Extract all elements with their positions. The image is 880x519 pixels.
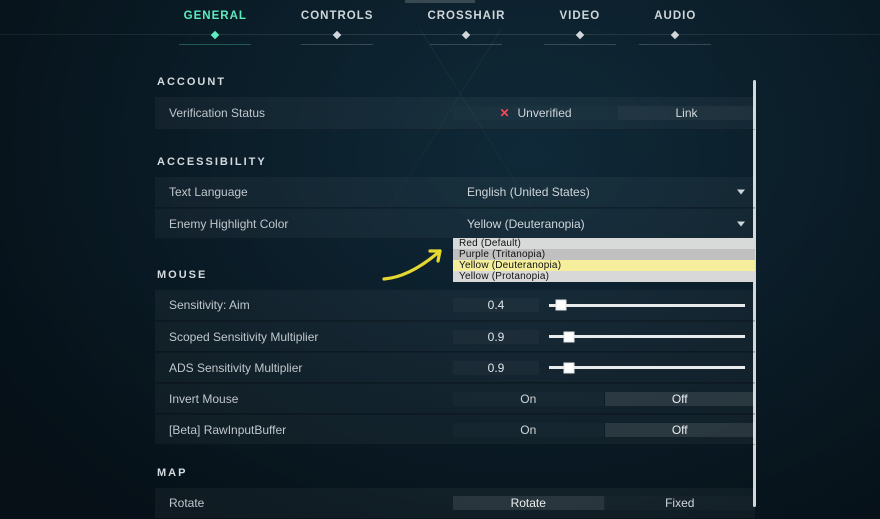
- chevron-down-icon: [737, 190, 745, 195]
- slider-track: [549, 304, 745, 307]
- raw-input-on[interactable]: On: [453, 423, 605, 437]
- ads-sensitivity-value: 0.9: [453, 353, 755, 382]
- scoped-sensitivity-value: 0.9: [453, 322, 755, 351]
- row-map-rotate: Rotate Rotate Fixed: [155, 488, 755, 519]
- row-text-language: Text Language English (United States): [155, 177, 755, 208]
- enemy-highlight-dropdown-list: Red (Default) Purple (Tritanopia) Yellow…: [453, 238, 755, 282]
- tab-label: AUDIO: [654, 10, 696, 22]
- slider-track: [549, 335, 745, 338]
- text-language-label: Text Language: [155, 177, 453, 207]
- map-rotate-fixed[interactable]: Fixed: [605, 496, 756, 510]
- text-language-selected: English (United States): [467, 185, 590, 199]
- invert-mouse-off[interactable]: Off: [605, 392, 756, 406]
- settings-panel: ACCOUNT Verification Status ✕ Unverified…: [155, 50, 755, 519]
- slider-thumb[interactable]: [555, 300, 566, 311]
- tab-crosshair[interactable]: CROSSHAIR: [427, 10, 505, 24]
- verification-value: ✕ Unverified Link: [453, 97, 755, 129]
- section-header-map: MAP: [157, 467, 755, 479]
- row-invert-mouse: Invert Mouse On Off: [155, 383, 755, 414]
- segment-label: Off: [672, 423, 688, 437]
- enemy-highlight-label: Enemy Highlight Color: [155, 209, 453, 238]
- verification-status-text: Unverified: [518, 106, 572, 120]
- tab-general[interactable]: GENERAL: [184, 10, 247, 24]
- section-header-accessibility: ACCESSIBILITY: [157, 156, 755, 168]
- scoped-sensitivity-number[interactable]: 0.9: [453, 330, 539, 344]
- sensitivity-aim-label: Sensitivity: Aim: [155, 290, 453, 320]
- link-account-button[interactable]: Link: [618, 106, 755, 120]
- scoped-sensitivity-slider[interactable]: [539, 335, 755, 338]
- raw-input-label: [Beta] RawInputBuffer: [155, 415, 453, 444]
- row-scoped-sensitivity: Scoped Sensitivity Multiplier 0.9: [155, 321, 755, 352]
- segment-label: Fixed: [665, 496, 694, 510]
- map-rotate-value: Rotate Fixed: [453, 488, 755, 518]
- map-rotate-label: Rotate: [155, 488, 453, 518]
- segment-label: On: [520, 392, 536, 406]
- section-header-account: ACCOUNT: [157, 76, 755, 88]
- settings-top-nav: GENERAL CONTROLS CROSSHAIR VIDEO AUDIO: [0, 0, 880, 35]
- diamond-icon: [333, 31, 341, 39]
- raw-input-value: On Off: [453, 415, 755, 444]
- enemy-highlight-dropdown[interactable]: Yellow (Deuteranopia) Red (Default) Purp…: [453, 209, 755, 238]
- slider-track: [549, 366, 745, 369]
- row-enemy-highlight-color: Enemy Highlight Color Yellow (Deuteranop…: [155, 208, 755, 239]
- x-icon: ✕: [499, 106, 509, 120]
- ads-sensitivity-label: ADS Sensitivity Multiplier: [155, 353, 453, 382]
- sensitivity-aim-slider[interactable]: [539, 304, 755, 307]
- raw-input-off[interactable]: Off: [605, 423, 756, 437]
- diamond-icon: [576, 31, 584, 39]
- slider-thumb[interactable]: [563, 331, 574, 342]
- row-ads-sensitivity: ADS Sensitivity Multiplier 0.9: [155, 352, 755, 383]
- dropdown-option[interactable]: Purple (Tritanopia): [453, 249, 755, 260]
- map-rotate-rotate[interactable]: Rotate: [453, 496, 605, 510]
- tab-label: CROSSHAIR: [427, 10, 505, 22]
- invert-mouse-on[interactable]: On: [453, 392, 605, 406]
- scoped-sensitivity-label: Scoped Sensitivity Multiplier: [155, 322, 453, 351]
- diamond-icon: [462, 31, 470, 39]
- segment-label: Off: [672, 392, 688, 406]
- invert-mouse-label: Invert Mouse: [155, 384, 453, 413]
- diamond-icon: [671, 31, 679, 39]
- link-button-label: Link: [675, 106, 697, 120]
- slider-thumb[interactable]: [563, 362, 574, 373]
- enemy-highlight-selected: Yellow (Deuteranopia): [467, 217, 585, 231]
- sensitivity-aim-number[interactable]: 0.4: [453, 298, 539, 312]
- tab-controls[interactable]: CONTROLS: [301, 10, 374, 24]
- segment-label: On: [520, 423, 536, 437]
- verification-label: Verification Status: [155, 97, 453, 129]
- tab-audio[interactable]: AUDIO: [654, 10, 696, 24]
- text-language-dropdown[interactable]: English (United States): [453, 177, 755, 207]
- tab-label: VIDEO: [559, 10, 600, 22]
- sensitivity-aim-value: 0.4: [453, 290, 755, 320]
- row-raw-input-buffer: [Beta] RawInputBuffer On Off: [155, 414, 755, 445]
- invert-mouse-value: On Off: [453, 384, 755, 413]
- dropdown-option[interactable]: Yellow (Deuteranopia): [453, 260, 755, 271]
- tab-label: CONTROLS: [301, 10, 374, 22]
- segment-label: Rotate: [511, 496, 546, 510]
- tab-video[interactable]: VIDEO: [559, 10, 600, 24]
- row-verification-status: Verification Status ✕ Unverified Link: [155, 97, 755, 130]
- ads-sensitivity-slider[interactable]: [539, 366, 755, 369]
- dropdown-option[interactable]: Yellow (Protanopia): [453, 271, 755, 282]
- verification-status: ✕ Unverified: [453, 106, 618, 120]
- diamond-icon: [211, 31, 219, 39]
- text-language-value: English (United States): [453, 177, 755, 207]
- tab-label: GENERAL: [184, 10, 247, 22]
- row-sensitivity-aim: Sensitivity: Aim 0.4: [155, 290, 755, 321]
- chevron-down-icon: [737, 221, 745, 226]
- ads-sensitivity-number[interactable]: 0.9: [453, 361, 539, 375]
- enemy-highlight-value: Yellow (Deuteranopia) Red (Default) Purp…: [453, 209, 755, 238]
- dropdown-option[interactable]: Red (Default): [453, 238, 755, 249]
